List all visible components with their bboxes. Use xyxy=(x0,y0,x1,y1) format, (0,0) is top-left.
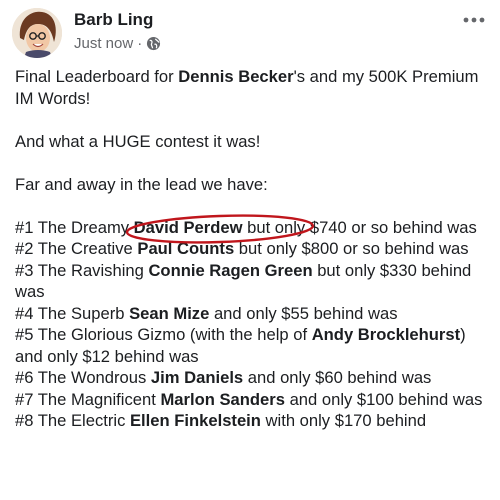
intro-paragraph: Final Leaderboard for Dennis Becker's an… xyxy=(15,67,479,108)
leaderboard-entry: #1 The Dreamy David Perdew but only $740… xyxy=(15,213,490,244)
post-header: Barb Ling Just now · xyxy=(0,0,500,62)
entry-name: Andy Brocklehurst xyxy=(311,325,461,344)
leaderboard-entry: #4 The Superb Sean Mize and only $55 beh… xyxy=(15,303,398,323)
leaderboard-entry: #2 The Creative Paul Counts but only $80… xyxy=(15,239,469,258)
entry-name: Jim Daniels xyxy=(150,368,244,387)
more-options-icon[interactable] xyxy=(460,10,488,30)
lead-line: Far and away in the lead we have: xyxy=(15,174,268,194)
entry-name: Paul Counts xyxy=(137,239,235,258)
entry-name: David Perdew xyxy=(133,217,243,237)
post-body: Final Leaderboard for Dennis Becker's an… xyxy=(15,66,490,432)
entry-name: Marlon Sanders xyxy=(160,389,285,409)
avatar[interactable] xyxy=(12,8,62,58)
globe-icon[interactable] xyxy=(146,36,161,51)
timestamp[interactable]: Just now xyxy=(74,35,133,52)
leaderboard-entry: #8 The Electric Ellen Finkelstein with o… xyxy=(15,411,427,430)
author-name[interactable]: Barb Ling xyxy=(74,10,153,30)
entry-name: Ellen Finkelstein xyxy=(129,411,261,430)
entry-name: Connie Ragen Green xyxy=(148,260,313,280)
leaderboard-entry: #3 The Ravishing Connie Ragen Green but … xyxy=(15,260,472,302)
leaderboard-entry: #7 The Magnificent Marlon Sanders and on… xyxy=(15,389,483,409)
leaderboard-entry: #5 The Glorious Gizmo (with the help of … xyxy=(15,325,466,366)
contest-line: And what a HUGE contest it was! xyxy=(15,131,261,151)
entry-name: Sean Mize xyxy=(129,303,210,323)
leaderboard-entry: #6 The Wondrous Jim Daniels and only $60… xyxy=(15,368,432,387)
post-meta: Just now · xyxy=(74,35,161,52)
mention-dennis-becker: Dennis Becker xyxy=(178,67,294,86)
separator-dot: · xyxy=(137,35,143,52)
